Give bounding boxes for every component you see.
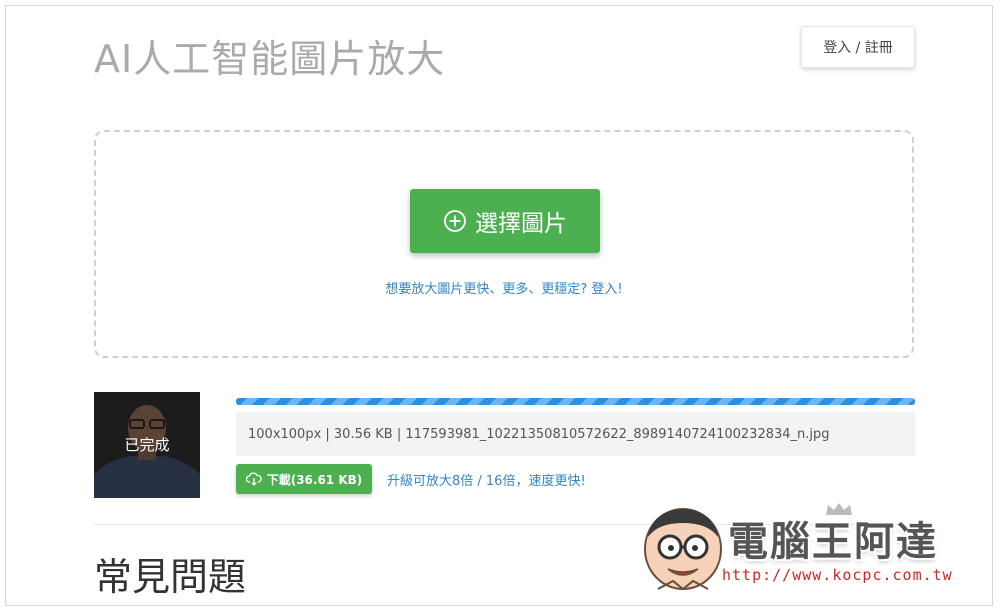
login-upsell-link[interactable]: 想要放大圖片更快、更多、更穩定? 登入! <box>96 278 912 297</box>
status-completed: 已完成 <box>124 436 170 454</box>
upgrade-link[interactable]: 升級可放大8倍 / 16倍，速度更快! <box>387 470 586 489</box>
download-label: 下載(36.61 KB) <box>266 472 363 487</box>
result-item: 已完成 100x100px | 30.56 KB | 117593981_102… <box>94 392 916 502</box>
file-info: 100x100px | 30.56 KB | 117593981_1022135… <box>236 412 915 456</box>
plus-circle-icon <box>444 210 466 232</box>
faq-heading: 常見問題 <box>94 555 247 599</box>
cloud-download-icon <box>245 472 262 486</box>
upload-dropzone[interactable]: 選擇圖片 想要放大圖片更快、更多、更穩定? 登入! <box>94 130 914 358</box>
progress-bar <box>236 398 915 405</box>
watermark: 電腦王阿達 http://www.kocpc.com.tw <box>638 499 968 599</box>
choose-image-button[interactable]: 選擇圖片 <box>410 189 600 253</box>
mascot-logo <box>644 508 722 591</box>
app-window: AI人工智能圖片放大 登入 / 註冊 選擇圖片 想要放大圖片更快、更多、更穩定?… <box>5 5 993 606</box>
watermark-url: http://www.kocpc.com.tw <box>722 566 953 584</box>
watermark-brand: 電腦王阿達 <box>728 519 938 565</box>
result-thumbnail: 已完成 <box>94 392 200 498</box>
choose-image-label: 選擇圖片 <box>475 211 567 237</box>
app-title: AI人工智能圖片放大 <box>94 37 446 81</box>
login-register-button[interactable]: 登入 / 註冊 <box>801 26 915 68</box>
download-button[interactable]: 下載(36.61 KB) <box>236 464 372 494</box>
